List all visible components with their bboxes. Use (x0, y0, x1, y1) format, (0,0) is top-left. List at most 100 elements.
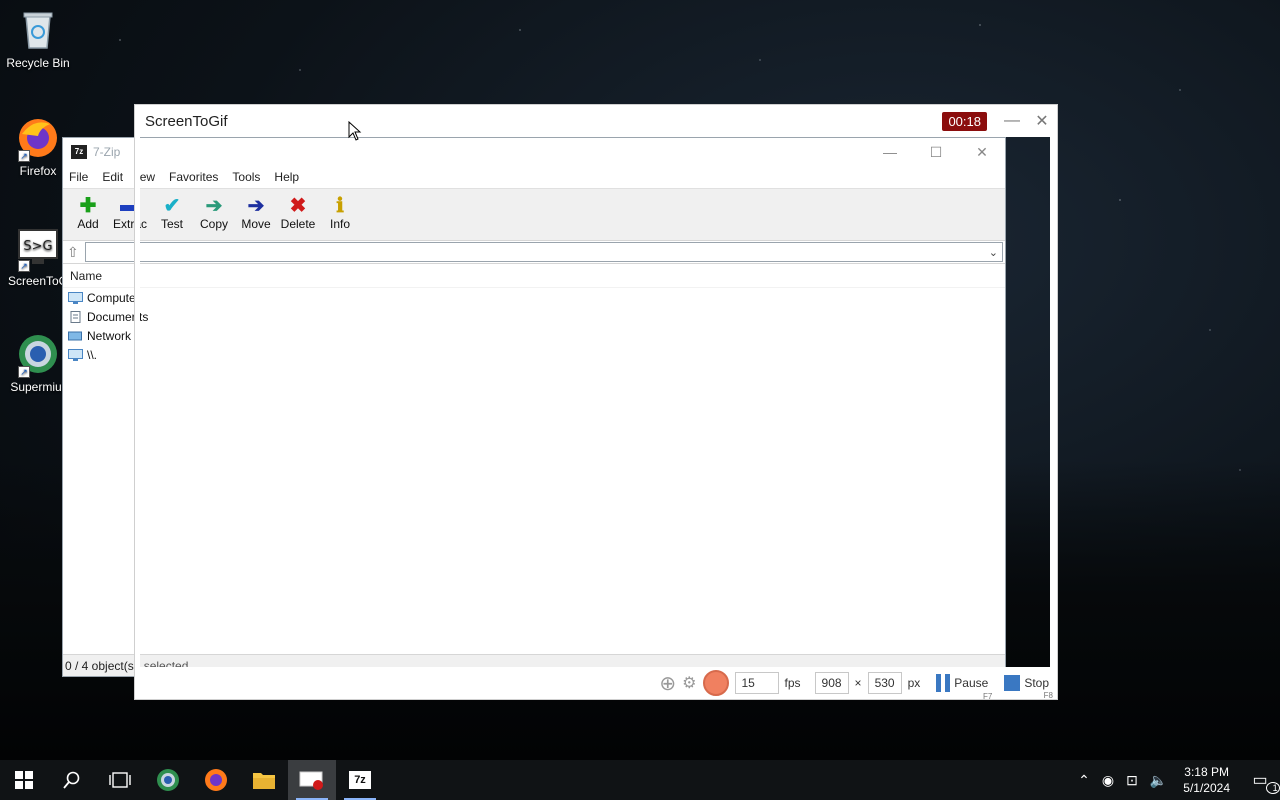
screentogif-titlebar[interactable]: ScreenToGif 00:18 — ✕ (134, 104, 1058, 137)
firefox-icon: ↗ (16, 116, 60, 162)
pause-button[interactable]: Pause F7 (936, 674, 992, 701)
taskbar-firefox[interactable] (192, 760, 240, 800)
search-button[interactable] (48, 760, 96, 800)
info-icon: ℹ (336, 194, 344, 217)
px-unit-label: px (907, 676, 921, 690)
chevron-up-icon[interactable]: ⌃ (1072, 772, 1096, 789)
tool-label: Delete (280, 217, 316, 231)
recycle-bin-icon (16, 8, 60, 52)
7zip-window: 7z 7-Zip — ☐ ✕ File Edit iew Favorites T… (62, 137, 1006, 677)
folder-icon (253, 773, 275, 789)
item-label: Network (87, 328, 132, 343)
menu-bar: File Edit iew Favorites Tools Help (63, 166, 1005, 188)
status-selection-count: 0 / 4 object(s) (65, 658, 138, 673)
stop-icon (1004, 675, 1021, 691)
fps-unit-label: fps (784, 676, 801, 690)
add-icon: ✚ (79, 194, 97, 217)
toolbar: ✚ Add ▬ Extrac ✔ Test ➔ Copy ➔ Move ✖ De… (63, 188, 1005, 240)
tool-label: Copy (199, 217, 228, 231)
menu-edit[interactable]: Edit (102, 170, 123, 184)
fps-input[interactable]: 15 (734, 672, 779, 694)
recorder-frame-right (1006, 137, 1058, 667)
recorder-title: ScreenToGif (145, 112, 228, 130)
column-label: Name (70, 268, 103, 283)
mouse-cursor-icon (348, 121, 362, 141)
search-icon (63, 771, 80, 789)
shortcut-arrow-icon: ↗ (18, 366, 30, 378)
volume-muted-icon[interactable]: 🔈 (1144, 772, 1173, 789)
settings-icon[interactable]: ⚙ (682, 673, 696, 693)
crosshair-icon[interactable]: ⊕ (659, 671, 676, 696)
width-input[interactable]: 908 (814, 672, 849, 694)
recorder-frame-left (134, 137, 140, 667)
record-status-icon[interactable]: ◉ (1096, 772, 1120, 789)
info-button[interactable]: ℹ Info (319, 193, 361, 232)
tool-label: Info (329, 217, 350, 231)
add-button[interactable]: ✚ Add (67, 193, 109, 232)
taskbar-screentogif[interactable] (288, 760, 336, 800)
menu-help[interactable]: Help (274, 170, 299, 184)
minimize-icon[interactable]: — (867, 138, 913, 166)
svg-text:S>G: S>G (23, 239, 52, 254)
fps-value: 15 (741, 676, 755, 690)
notification-count: 1 (1265, 782, 1280, 794)
supermium-icon (157, 769, 179, 791)
copy-button[interactable]: ➔ Copy (193, 193, 235, 232)
maximize-icon[interactable]: ☐ (913, 138, 959, 166)
taskbar-file-explorer[interactable] (240, 760, 288, 800)
documents-icon (70, 310, 81, 323)
list-item[interactable]: Compute (63, 288, 1005, 307)
7zip-app-icon: 7z (71, 145, 87, 159)
item-label: \\. (87, 347, 98, 362)
clock-time: 3:18 PM (1184, 765, 1229, 779)
start-button[interactable] (0, 760, 48, 800)
clock[interactable]: 3:18 PM 5/1/2024 (1173, 764, 1240, 796)
tool-label: Extrac (112, 217, 147, 231)
extract-button[interactable]: ▬ Extrac (109, 193, 151, 232)
chevron-down-icon[interactable]: ⌄ (989, 246, 998, 259)
list-item[interactable]: Documer ts (63, 307, 1005, 326)
list-item[interactable]: \\. (63, 345, 1005, 364)
delete-icon: ✖ (289, 194, 307, 217)
taskbar: 7z ⌃ ◉ ⊡ 🔈 3:18 PM 5/1/2024 ▭ 1 (0, 760, 1280, 800)
column-header-name[interactable]: Name (63, 264, 1005, 288)
width-value: 908 (821, 676, 842, 690)
stop-shortcut: F8 (1043, 691, 1053, 700)
move-button[interactable]: ➔ Move (235, 193, 277, 232)
close-icon[interactable]: ✕ (1027, 106, 1057, 136)
screentogif-icon (299, 771, 323, 790)
system-tray: ⌃ ◉ ⊡ 🔈 3:18 PM 5/1/2024 ▭ 1 (1072, 760, 1280, 800)
record-icon[interactable] (702, 670, 729, 696)
task-view-icon (109, 772, 131, 788)
desktop-icon-recycle-bin[interactable]: Recycle Bin (0, 8, 76, 70)
test-button[interactable]: ✔ Test (151, 193, 193, 232)
height-input[interactable]: 530 (867, 672, 902, 694)
network-icon[interactable]: ⊡ (1120, 772, 1144, 789)
menu-file[interactable]: File (69, 170, 88, 184)
computer-icon (68, 291, 83, 304)
menu-favorites[interactable]: Favorites (169, 170, 218, 184)
supermium-icon: ↗ (16, 332, 60, 378)
test-icon: ✔ (163, 194, 181, 217)
7zip-titlebar[interactable]: 7z 7-Zip (63, 138, 1005, 166)
notification-button[interactable]: ▭ 1 (1240, 770, 1280, 794)
taskbar-supermium[interactable] (144, 760, 192, 800)
shortcut-arrow-icon: ↗ (18, 150, 30, 162)
up-folder-icon[interactable]: ⇧ (67, 244, 79, 261)
computer-icon (68, 348, 83, 361)
windows-icon (15, 771, 33, 789)
task-view-button[interactable] (96, 760, 144, 800)
stop-label: Stop (1024, 676, 1049, 690)
list-item[interactable]: Network (63, 326, 1005, 345)
minimize-icon[interactable]: — (997, 106, 1027, 136)
notification-icon: ▭ 1 (1252, 772, 1280, 794)
path-input[interactable]: ⌄ (84, 242, 1003, 262)
pause-label: Pause (954, 676, 989, 690)
close-icon[interactable]: ✕ (959, 138, 1005, 166)
move-icon: ➔ (247, 194, 265, 217)
taskbar-7zip[interactable]: 7z (336, 760, 384, 800)
delete-button[interactable]: ✖ Delete (277, 193, 319, 232)
stop-button[interactable]: Stop F8 (1004, 675, 1053, 700)
firefox-icon (205, 769, 227, 791)
menu-tools[interactable]: Tools (232, 170, 260, 184)
